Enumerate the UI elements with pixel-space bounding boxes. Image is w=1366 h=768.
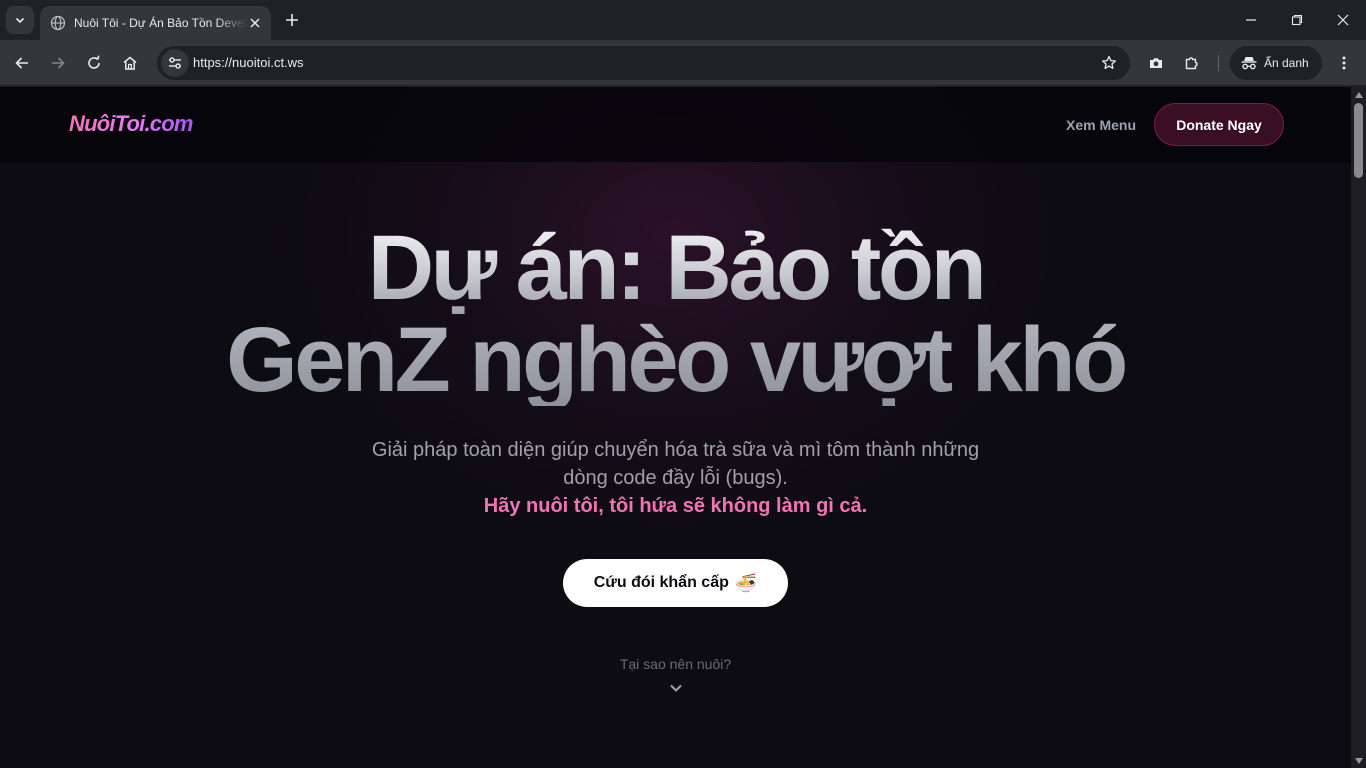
site-logo[interactable]: NuôiToi.com [69, 111, 193, 137]
arrow-right-icon [52, 57, 65, 69]
hero-tagline: Hãy nuôi tôi, tôi hứa sẽ không làm gì cả… [483, 495, 868, 517]
star-icon [1102, 55, 1116, 70]
close-icon [250, 18, 260, 28]
plus-icon [286, 14, 298, 26]
bookmark-button[interactable] [1098, 52, 1120, 74]
new-tab-button[interactable] [280, 8, 304, 32]
screenshot-button[interactable] [1142, 49, 1170, 77]
more-vert-icon [1342, 56, 1346, 70]
donate-button[interactable]: Donate Ngay [1154, 103, 1284, 146]
hero-title-line2: GenZ nghèo vượt khó [0, 314, 1351, 406]
browser-menu-button[interactable] [1330, 49, 1358, 77]
reload-icon [88, 55, 100, 69]
chevron-down-icon [15, 17, 25, 24]
puzzle-icon [1185, 57, 1198, 70]
tune-icon [169, 57, 181, 69]
close-icon [1337, 14, 1349, 26]
triangle-down-icon [1354, 757, 1363, 764]
url-text: https://nuoitoi.ct.ws [193, 55, 304, 70]
menu-link[interactable]: Xem Menu [1066, 117, 1136, 133]
home-icon [123, 56, 137, 70]
scroll-down-arrow[interactable] [1351, 753, 1366, 768]
home-button[interactable] [116, 49, 144, 77]
browser-tab-bar: Nuôi Tôi - Dự Án Bảo Tồn Developer [0, 0, 1366, 40]
tab-search-button[interactable] [6, 6, 34, 34]
restore-icon [1291, 14, 1303, 26]
incognito-indicator[interactable]: Ẩn danh [1230, 46, 1322, 80]
site-navbar: NuôiToi.com Xem Menu Donate Ngay [0, 87, 1351, 162]
tab-title: Nuôi Tôi - Dự Án Bảo Tồn Developer [74, 16, 247, 30]
cta-button[interactable]: Cứu đói khẩn cấp 🍜 [563, 559, 788, 607]
restore-button[interactable] [1274, 0, 1320, 40]
close-tab-button[interactable] [247, 15, 263, 31]
active-tab[interactable]: Nuôi Tôi - Dự Án Bảo Tồn Developer [40, 6, 271, 40]
scrollbar-thumb[interactable] [1354, 103, 1363, 178]
noodle-bowl-icon: 🍜 [734, 572, 758, 594]
back-button[interactable] [8, 49, 36, 77]
hero-subtitle-line2: dòng code đầy lỗi (bugs). [563, 467, 788, 489]
hero-title: Dự án: Bảo tồn GenZ nghèo vượt khó [0, 222, 1351, 406]
forward-button[interactable] [44, 49, 72, 77]
page-viewport: NuôiToi.com Xem Menu Donate Ngay Dự án: … [0, 87, 1351, 768]
site-info-button[interactable] [161, 49, 189, 77]
incognito-label: Ẩn danh [1264, 56, 1309, 70]
scroll-up-arrow[interactable] [1351, 87, 1366, 102]
chevron-down-icon[interactable] [668, 680, 684, 696]
address-bar[interactable]: https://nuoitoi.ct.ws [157, 46, 1130, 80]
arrow-left-icon [15, 57, 28, 69]
toolbar-separator [1218, 55, 1219, 71]
hero-title-line1: Dự án: Bảo tồn [0, 222, 1351, 314]
hero-subtitle-line1: Giải pháp toàn diện giúp chuyển hóa trà … [371, 439, 980, 461]
globe-icon [50, 15, 66, 31]
reload-button[interactable] [80, 49, 108, 77]
minimize-button[interactable] [1228, 0, 1274, 40]
triangle-up-icon [1354, 91, 1363, 98]
page-scrollbar[interactable] [1351, 87, 1366, 768]
hero-subtitle: Giải pháp toàn diện giúp chuyển hóa trà … [0, 436, 1351, 492]
minimize-icon [1246, 19, 1256, 21]
camera-icon [1150, 58, 1162, 68]
close-window-button[interactable] [1320, 0, 1366, 40]
extensions-button[interactable] [1178, 49, 1206, 77]
browser-toolbar: https://nuoitoi.ct.ws Ẩn danh [0, 40, 1366, 86]
why-link[interactable]: Tại sao nên nuôi? [0, 656, 1351, 672]
incognito-icon [1241, 57, 1257, 70]
cta-label: Cứu đói khẩn cấp [593, 574, 729, 591]
